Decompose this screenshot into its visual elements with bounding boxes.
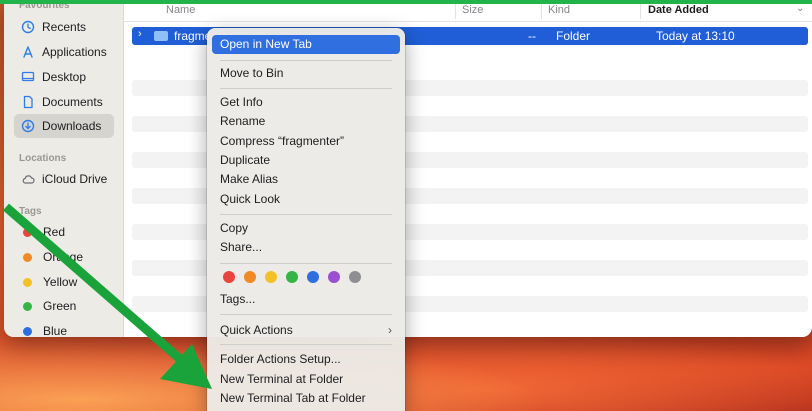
blue-tag-dot-icon [23, 326, 32, 336]
yellow-tag-color-button[interactable] [265, 271, 277, 283]
menu-open-new-tab[interactable]: Open in New Tab [212, 35, 400, 54]
column-name[interactable]: Name [166, 4, 195, 16]
menu-folder-actions-setup[interactable]: Folder Actions Setup... [212, 350, 400, 369]
sidebar-item-label: Green [43, 299, 77, 313]
purple-tag-color-button[interactable] [328, 271, 340, 283]
column-divider [455, 3, 456, 19]
menu-rename[interactable]: Rename [212, 112, 400, 131]
menu-separator [220, 314, 392, 315]
green-tag-dot-icon [23, 301, 32, 311]
column-divider [640, 3, 641, 19]
sidebar-item-applications[interactable]: Applications [14, 40, 114, 64]
menu-separator [220, 60, 392, 61]
orange-tag-color-button[interactable] [244, 271, 256, 283]
sidebar-item-label: Orange [43, 250, 84, 264]
menu-move-to-bin[interactable]: Move to Bin [212, 64, 400, 83]
menu-separator [220, 263, 392, 264]
sidebar-item-downloads[interactable]: Downloads [14, 114, 114, 138]
column-size[interactable]: Size [462, 4, 483, 16]
sidebar-tag-orange[interactable]: Orange [14, 245, 114, 269]
column-date-added[interactable]: Date Added [648, 4, 709, 16]
clock-icon [21, 20, 35, 34]
column-kind[interactable]: Kind [548, 4, 570, 16]
locations-heading: Locations [19, 153, 67, 164]
menu-quick-actions-label: Quick Actions [220, 323, 293, 337]
sidebar-tag-green[interactable]: Green [14, 294, 114, 318]
tags-heading: Tags [19, 206, 42, 217]
sidebar-item-label: Red [43, 225, 66, 239]
file-kind: Folder [556, 29, 591, 43]
gray-tag-color-button[interactable] [349, 271, 361, 283]
menu-separator [220, 214, 392, 215]
sidebar-item-label: Recents [42, 20, 87, 34]
download-icon [21, 119, 35, 133]
sidebar-item-label: Documents [42, 95, 103, 109]
sidebar-item-documents[interactable]: Documents [14, 90, 114, 114]
chevron-down-icon[interactable]: ⌄ [796, 3, 804, 14]
context-menu: Open in New Tab Move to Bin Get Info Ren… [207, 28, 405, 411]
applications-icon [21, 45, 35, 59]
menu-copy[interactable]: Copy [212, 219, 400, 238]
sidebar: Favourites Recents Applications Desktop … [4, 0, 124, 337]
green-tag-color-button[interactable] [286, 271, 298, 283]
folder-icon [154, 31, 168, 41]
sidebar-item-label: iCloud Drive [42, 172, 108, 186]
menu-quick-actions[interactable]: Quick Actions › [212, 321, 400, 340]
finder-window: Favourites Recents Applications Desktop … [4, 0, 812, 337]
file-date-added: Today at 13:10 [656, 29, 735, 43]
sidebar-tag-yellow[interactable]: Yellow [14, 270, 114, 294]
tag-color-picker [223, 271, 361, 283]
menu-get-info[interactable]: Get Info [212, 93, 400, 112]
yellow-tag-dot-icon [23, 277, 32, 287]
sidebar-tag-red[interactable]: Red [14, 220, 114, 244]
menu-new-terminal-at-folder[interactable]: New Terminal at Folder [212, 370, 400, 389]
chevron-right-icon: › [388, 323, 392, 337]
red-tag-color-button[interactable] [223, 271, 235, 283]
sidebar-item-icloud-drive[interactable]: iCloud Drive [14, 167, 114, 191]
sidebar-item-label: Applications [42, 45, 107, 59]
orange-tag-dot-icon [23, 252, 32, 262]
menu-quick-look[interactable]: Quick Look [212, 190, 400, 209]
menu-new-terminal-tab-at-folder[interactable]: New Terminal Tab at Folder [212, 389, 400, 408]
sidebar-item-recents[interactable]: Recents [14, 15, 114, 39]
menu-compress[interactable]: Compress “fragmenter” [212, 132, 400, 151]
menu-separator [220, 344, 392, 345]
top-accent-bar [0, 0, 812, 4]
menu-make-alias[interactable]: Make Alias [212, 170, 400, 189]
sidebar-item-desktop[interactable]: Desktop [14, 65, 114, 89]
sidebar-item-label: Yellow [43, 275, 78, 289]
menu-tags[interactable]: Tags... [212, 290, 400, 309]
menu-share[interactable]: Share... [212, 238, 400, 257]
menu-duplicate[interactable]: Duplicate [212, 151, 400, 170]
file-size: -- [528, 29, 536, 43]
sidebar-item-label: Blue [43, 324, 68, 337]
red-tag-dot-icon [23, 227, 32, 237]
sidebar-item-label: Downloads [42, 119, 102, 133]
column-divider [541, 3, 542, 19]
menu-separator [220, 88, 392, 89]
blue-tag-color-button[interactable] [307, 271, 319, 283]
cloud-icon [21, 172, 35, 186]
disclosure-triangle-icon[interactable]: › [138, 28, 142, 40]
desktop-icon [21, 70, 35, 84]
sidebar-tag-blue[interactable]: Blue [14, 319, 114, 337]
document-icon [21, 95, 35, 109]
sidebar-item-label: Desktop [42, 70, 87, 84]
